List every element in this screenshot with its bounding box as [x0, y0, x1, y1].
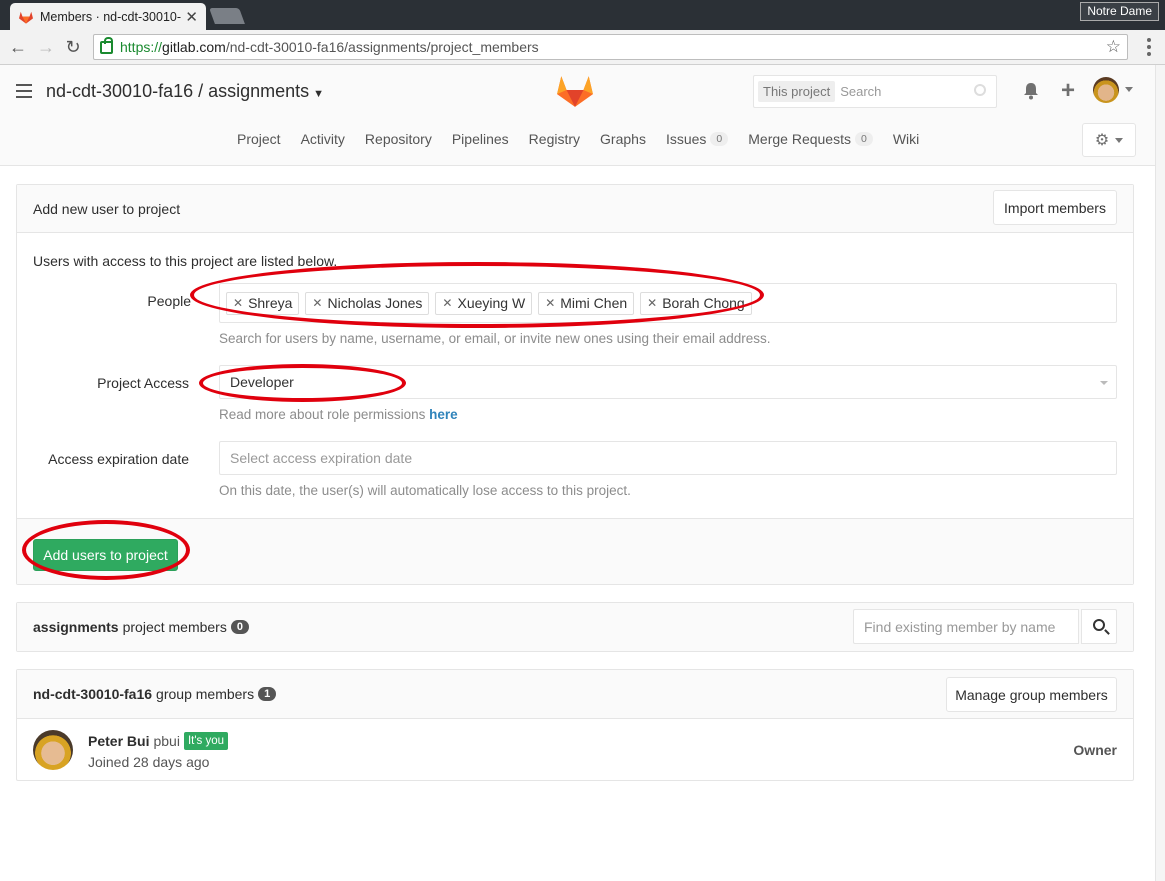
- new-tab-button[interactable]: [209, 8, 245, 24]
- remove-token-icon[interactable]: ✕: [442, 296, 452, 310]
- project-nav: Project Activity Repository Pipelines Re…: [0, 118, 1155, 166]
- plus-icon[interactable]: +: [1061, 77, 1075, 105]
- nav-activity[interactable]: Activity: [301, 131, 345, 147]
- member-name-row: Peter Bui pbui It's you: [88, 732, 229, 750]
- address-bar[interactable]: https://gitlab.com/nd-cdt-30010-fa16/ass…: [93, 34, 1128, 60]
- project-members-header: assignments project members 0 Find existin…: [17, 603, 1133, 651]
- add-users-button[interactable]: Add users to project: [33, 539, 178, 571]
- role-permissions-help: Read more about role permissions here: [219, 407, 458, 422]
- browser-profile[interactable]: Notre Dame: [1080, 2, 1159, 21]
- import-members-button[interactable]: Import members: [993, 190, 1117, 225]
- remove-token-icon[interactable]: ✕: [233, 296, 243, 310]
- project-members-title: assignments project members 0: [33, 619, 249, 635]
- member-name[interactable]: Peter Bui: [88, 733, 149, 749]
- secure-lock-icon: [100, 36, 113, 54]
- nav-merge-requests[interactable]: Merge Requests 0: [748, 131, 873, 147]
- role-permissions-link[interactable]: here: [429, 407, 458, 422]
- merge-requests-count-badge: 0: [854, 132, 873, 146]
- chevron-down-icon: ▼: [313, 88, 325, 100]
- member-joined-text: Joined 28 days ago: [88, 754, 210, 770]
- gitlab-logo-icon[interactable]: [556, 74, 594, 108]
- project-members-count-badge: 0: [230, 620, 249, 634]
- add-user-panel-header: Add new user to project Import members: [17, 185, 1133, 233]
- expiration-help-text: On this date, the user(s) will automatic…: [219, 483, 631, 498]
- gitlab-favicon-icon: [19, 11, 33, 24]
- search-input[interactable]: Search: [840, 84, 881, 99]
- reload-icon[interactable]: ↻: [62, 36, 84, 58]
- select-arrow-icon: [1100, 381, 1108, 385]
- group-members-header: nd-cdt-30010-fa16 group members 1 Manage g…: [17, 670, 1133, 719]
- expiration-date-label: Access expiration date: [48, 451, 189, 467]
- its-you-badge: It's you: [183, 732, 229, 750]
- nav-project[interactable]: Project: [237, 131, 281, 147]
- page-scrollbar[interactable]: [1155, 65, 1165, 881]
- browser-toolbar: ← → ↻ https://gitlab.com/nd-cdt-30010-fa…: [0, 30, 1165, 65]
- remove-token-icon[interactable]: ✕: [647, 296, 657, 310]
- gear-icon: ⚙: [1094, 132, 1110, 149]
- member-username: pbui: [153, 733, 180, 749]
- browser-tab-bar: Members · nd-cdt-30010-fa16/assignments …: [0, 0, 1165, 30]
- settings-dropdown-button[interactable]: ⚙: [1082, 123, 1136, 157]
- people-label: People: [147, 293, 191, 309]
- group-members-count-badge: 1: [258, 687, 277, 701]
- people-token-input[interactable]: ✕ Shreya ✕ Nicholas Jones ✕ Xueying W ✕ Mimi…: [219, 283, 1117, 323]
- avatar[interactable]: [33, 730, 73, 770]
- tab-title: Members · nd-cdt-30010-fa16/assignments: [40, 9, 182, 24]
- forward-arrow-icon[interactable]: →: [35, 36, 57, 58]
- bookmark-star-icon[interactable]: ☆: [1106, 37, 1121, 57]
- people-token[interactable]: ✕ Borah Chong: [640, 291, 752, 315]
- back-arrow-icon[interactable]: ←: [7, 36, 29, 58]
- search-icon: [974, 84, 986, 96]
- project-access-label: Project Access: [97, 375, 189, 391]
- issues-count-badge: 0: [710, 132, 729, 146]
- find-member-button[interactable]: [1081, 609, 1117, 644]
- find-member-input[interactable]: Find existing member by name: [853, 609, 1079, 644]
- add-user-panel: Add new user to project Import members U…: [16, 184, 1134, 585]
- notifications-bell-icon[interactable]: [1022, 82, 1040, 100]
- url-text: https://gitlab.com/nd-cdt-30010-fa16/ass…: [120, 39, 539, 55]
- browser-tab[interactable]: Members · nd-cdt-30010-fa16/assignments …: [10, 3, 206, 30]
- group-members-title: nd-cdt-30010-fa16 group members 1: [33, 686, 277, 702]
- people-token[interactable]: ✕ Nicholas Jones: [305, 291, 430, 315]
- search-box[interactable]: This project Search: [753, 75, 997, 108]
- people-help-text: Search for users by name, username, or e…: [219, 331, 771, 346]
- people-token[interactable]: ✕ Mimi Chen: [538, 291, 635, 315]
- gitlab-header: nd-cdt-30010-fa16 / assignments ▼ This pr…: [0, 65, 1155, 118]
- nav-graphs[interactable]: Graphs: [600, 131, 646, 147]
- add-user-panel-footer: Add users to project: [17, 518, 1133, 584]
- remove-token-icon[interactable]: ✕: [545, 296, 555, 310]
- expiration-date-input[interactable]: Select access expiration date: [219, 441, 1117, 475]
- nav-pipelines[interactable]: Pipelines: [452, 131, 509, 147]
- nav-repository[interactable]: Repository: [365, 131, 432, 147]
- nav-issues[interactable]: Issues 0: [666, 131, 729, 147]
- remove-token-icon[interactable]: ✕: [312, 296, 322, 310]
- project-access-select[interactable]: Developer: [219, 365, 1117, 399]
- hamburger-menu-icon[interactable]: [16, 84, 32, 102]
- people-token[interactable]: ✕ Xueying W: [435, 291, 533, 315]
- search-scope-chip[interactable]: This project: [758, 81, 836, 102]
- project-members-panel: assignments project members 0 Find existin…: [16, 602, 1134, 652]
- browser-menu-icon[interactable]: [1147, 38, 1151, 56]
- chevron-down-icon: [1115, 137, 1124, 143]
- nav-registry[interactable]: Registry: [529, 131, 580, 147]
- search-icon: [1093, 619, 1105, 631]
- access-intro-text: Users with access to this project are li…: [33, 253, 338, 269]
- people-token[interactable]: ✕ Shreya: [226, 291, 300, 315]
- add-user-panel-title: Add new user to project: [33, 201, 181, 217]
- user-avatar[interactable]: [1093, 77, 1119, 103]
- avatar-caret-icon[interactable]: [1125, 87, 1133, 92]
- group-members-panel: nd-cdt-30010-fa16 group members 1 Manage g…: [16, 669, 1134, 781]
- member-role: Owner: [1073, 742, 1117, 758]
- tab-close-icon[interactable]: ✕: [185, 8, 198, 26]
- nav-wiki[interactable]: Wiki: [893, 131, 919, 147]
- manage-group-members-button[interactable]: Manage group members: [946, 677, 1117, 712]
- project-title[interactable]: nd-cdt-30010-fa16 / assignments ▼: [46, 81, 324, 102]
